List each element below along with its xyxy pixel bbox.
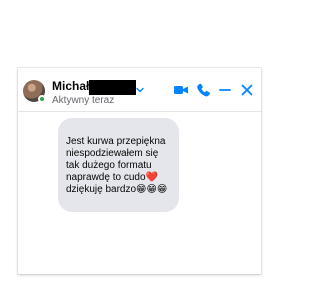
chat-body: Jest kurwa przepiękna niespodziewałem si… — [18, 112, 261, 274]
close-icon[interactable] — [239, 82, 255, 98]
online-status-dot — [38, 95, 46, 103]
chat-header: Michał Aktywny teraz — [18, 68, 261, 112]
contact-name[interactable]: Michał — [52, 79, 89, 93]
contact-status: Aktywny teraz — [52, 95, 115, 106]
video-icon[interactable] — [173, 82, 189, 98]
redaction-bar — [89, 80, 136, 95]
header-actions — [173, 82, 255, 98]
chat-window: Michał Aktywny teraz Jest kurwa przepięk… — [18, 68, 261, 274]
message-bubble[interactable]: Jest kurwa przepiękna niespodziewałem si… — [58, 118, 179, 212]
message-text: Jest kurwa przepiękna niespodziewałem si… — [66, 136, 168, 195]
phone-icon[interactable] — [195, 82, 211, 98]
chevron-down-icon[interactable] — [136, 86, 144, 94]
minimize-icon[interactable] — [217, 82, 233, 98]
